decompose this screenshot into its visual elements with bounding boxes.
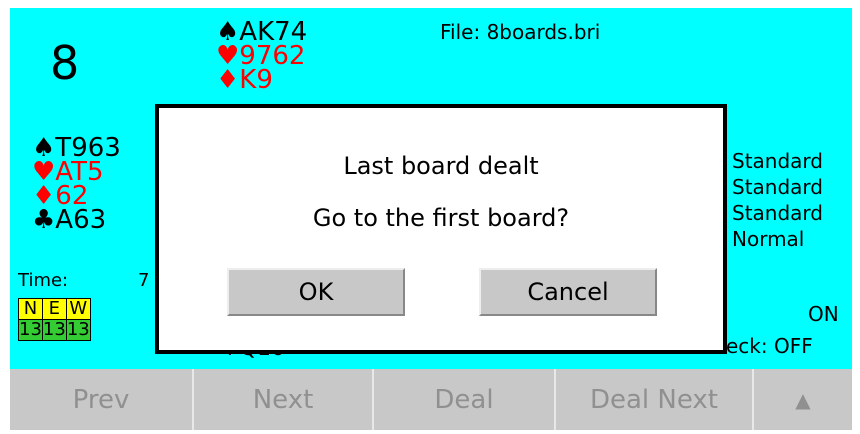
dialog-message-line1: Last board dealt [343, 152, 539, 180]
file-name: File: 8boards.bri [440, 20, 601, 44]
tricks-header-e: E [41, 298, 67, 320]
dialog-message-line2: Go to the first board? [312, 204, 570, 232]
tricks-count-w: 13 [65, 319, 91, 341]
bottom-toolbar: Prev Next Deal Deal Next ▲ [10, 369, 852, 430]
setting-value-3: Standard [732, 201, 823, 225]
setting-value-1: Standard [732, 149, 823, 173]
north-hand: ♠AK74 ♥9762 ♦K9 [216, 19, 307, 95]
next-button[interactable]: Next [192, 369, 372, 430]
tricks-count-n: 13 [18, 319, 43, 341]
confirm-dialog: Last board dealt Go to the first board? … [155, 104, 727, 354]
setting-value-4: Normal [732, 227, 805, 251]
time-label: Time: [18, 270, 69, 291]
cancel-button[interactable]: Cancel [479, 268, 657, 316]
west-clubs: ♣A63 [32, 205, 107, 235]
settings-list: Standard Standard Standard Normal [732, 148, 823, 252]
deal-next-button[interactable]: Deal Next [554, 369, 752, 430]
setting-check-value: eck: OFF [726, 334, 813, 358]
ok-button[interactable]: OK [227, 268, 405, 316]
tricks-header-n: N [18, 298, 43, 320]
deal-button[interactable]: Deal [372, 369, 554, 430]
bridge-board-screen: 8 File: 8boards.bri ♠AK74 ♥9762 ♦K9 ♠T96… [10, 8, 852, 430]
prev-button[interactable]: Prev [10, 369, 192, 430]
chevron-up-icon[interactable]: ▲ [752, 369, 852, 430]
setting-value-2: Standard [732, 175, 823, 199]
setting-on-value: ON [808, 302, 839, 326]
board-number: 8 [50, 36, 80, 90]
time-value: 7 [138, 270, 150, 291]
tricks-count-e: 13 [41, 319, 67, 341]
north-diamonds: ♦K9 [216, 65, 273, 95]
tricks-table: N E W 13 13 13 [18, 298, 91, 341]
west-hand: ♠T963 ♥AT5 ♦62 ♣A63 [32, 135, 121, 235]
tricks-header-w: W [65, 298, 91, 320]
